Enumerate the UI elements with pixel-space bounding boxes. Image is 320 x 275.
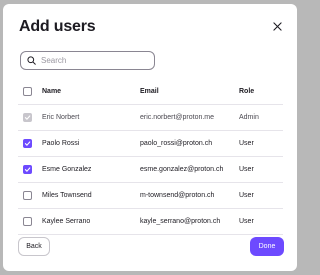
checkmark-icon (24, 141, 31, 146)
row-email: esme.gonzalez@proton.ch (140, 166, 224, 173)
column-header-email: Email (140, 87, 159, 95)
row-name: Miles Townsend (42, 192, 92, 199)
row-email: kayle_serrano@proton.ch (140, 218, 221, 225)
row-role: Admin (239, 114, 259, 121)
row-name: Kaylee Serrano (42, 218, 91, 225)
table-row[interactable]: Paolo Rossi paolo_rossi@proton.ch User (18, 131, 283, 157)
row-name: Eric Norbert (42, 114, 80, 121)
table-row[interactable]: Miles Townsend m-townsend@proton.ch User (18, 183, 283, 209)
column-header-name: Name (42, 87, 62, 95)
column-header-role: Role (239, 87, 255, 95)
row-role: User (239, 166, 254, 173)
row-checkbox[interactable] (23, 191, 32, 200)
table-row[interactable]: Kaylee Serrano kayle_serrano@proton.ch Use… (18, 209, 283, 235)
row-name: Esme Gonzalez (42, 166, 92, 173)
search-icon (27, 56, 36, 65)
row-role: User (239, 192, 254, 199)
users-table: Name Email Role Eric Norbert eric.norbert… (18, 78, 283, 235)
search-field[interactable] (20, 51, 155, 70)
row-name: Paolo Rossi (42, 140, 80, 147)
table-row[interactable]: Eric Norbert eric.norbert@proton.me Admin (18, 105, 283, 131)
modal-title: Add users (19, 18, 96, 35)
add-users-modal: Add users Name Email Role Eric Norbert er… (3, 4, 297, 271)
row-role: User (239, 140, 254, 147)
row-role: User (239, 218, 254, 225)
row-email: paolo_rossi@proton.ch (140, 140, 213, 147)
close-button[interactable] (269, 18, 285, 34)
done-button[interactable]: Done (250, 237, 284, 256)
table-row[interactable]: Esme Gonzalez esme.gonzalez@proton.ch User (18, 157, 283, 183)
search-input[interactable] (41, 56, 141, 65)
row-checkbox (23, 113, 32, 122)
row-email: eric.norbert@proton.me (140, 114, 215, 121)
checkmark-icon (24, 167, 31, 172)
row-email: m-townsend@proton.ch (140, 192, 215, 199)
row-checkbox[interactable] (23, 217, 32, 226)
select-all-checkbox[interactable] (23, 86, 32, 96)
row-checkbox[interactable] (23, 139, 32, 148)
table-header-row: Name Email Role (18, 78, 283, 105)
back-button[interactable]: Back (18, 237, 50, 256)
close-icon (272, 21, 282, 31)
row-checkbox[interactable] (23, 165, 32, 174)
checkmark-icon (24, 115, 31, 120)
